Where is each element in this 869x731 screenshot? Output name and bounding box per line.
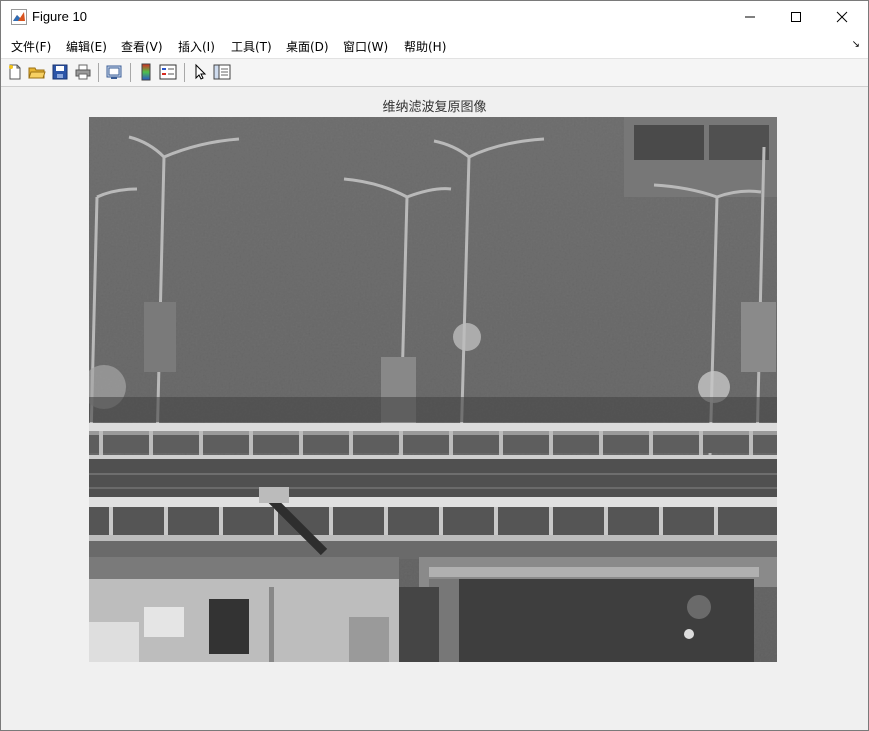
maximize-button[interactable] [773,1,819,33]
colorbar-icon[interactable] [137,63,155,81]
minimize-icon [745,16,755,18]
minimize-button[interactable] [727,1,773,33]
toolbar-separator [130,63,131,82]
figure-title: 维纳滤波复原图像 [382,100,487,115]
figure-toolbar [1,59,868,87]
menu-insert[interactable]: 插入(I) [178,38,215,55]
menu-tools[interactable]: 工具(T) [231,38,272,55]
toolbar-separator [98,63,99,82]
print-icon[interactable] [74,63,92,81]
window-title: Figure 10 [32,9,87,24]
grayscale-street-photo [89,117,777,662]
print-preview-icon[interactable] [105,63,123,81]
figure-window: Figure 10 文件(F) 编辑(E) 查看(V) 插入(I) 工具(T) … [0,0,869,731]
save-icon[interactable] [51,63,69,81]
menu-help[interactable]: 帮助(H) [404,38,446,55]
close-button[interactable] [819,1,865,33]
close-icon [836,11,848,23]
menu-desktop[interactable]: 桌面(D) [286,38,329,55]
dock-figure-icon[interactable]: ↘ [852,39,860,50]
maximize-icon [791,12,801,22]
menu-edit[interactable]: 编辑(E) [66,38,107,55]
open-file-icon[interactable] [28,63,46,81]
select-pointer-icon[interactable] [191,63,209,81]
toolbar-separator [184,63,185,82]
property-inspector-icon[interactable] [213,63,231,81]
matlab-logo-icon [11,9,27,25]
restored-image [89,117,777,662]
menu-bar: 文件(F) 编辑(E) 查看(V) 插入(I) 工具(T) 桌面(D) 窗口(W… [1,33,868,59]
menu-window[interactable]: 窗口(W) [343,38,388,55]
new-figure-icon[interactable] [6,63,24,81]
legend-icon[interactable] [159,63,177,81]
title-bar[interactable]: Figure 10 [1,1,868,33]
menu-file[interactable]: 文件(F) [11,38,51,55]
menu-view[interactable]: 查看(V) [121,38,163,55]
